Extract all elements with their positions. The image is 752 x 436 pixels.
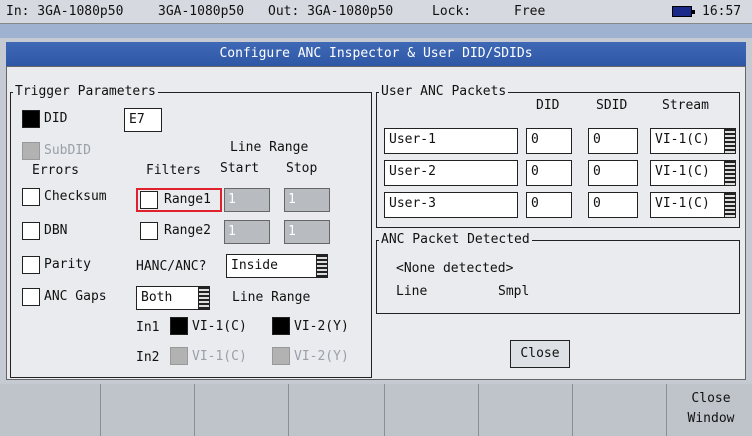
secondary-format: 3GA-1080p50 xyxy=(158,4,245,19)
col-sdid-header: SDID xyxy=(596,98,628,113)
softkey-bar xyxy=(0,384,752,436)
line-range-header: Line Range xyxy=(230,140,309,155)
stop-header: Stop xyxy=(286,161,318,176)
dialog-title: Configure ANC Inspector & User DID/SDIDs xyxy=(6,42,746,66)
dbn-checkbox[interactable] xyxy=(22,222,40,240)
close-window-softkey[interactable]: Close Window xyxy=(676,389,746,429)
user3-stream-value: VI-1(C) xyxy=(655,196,710,211)
anc-detected-group: ANC Packet Detected xyxy=(376,232,740,314)
trigger-parameters-title: Trigger Parameters xyxy=(13,84,158,100)
user1-stream-value: VI-1(C) xyxy=(655,132,710,147)
user2-stream-scroll-icon xyxy=(724,161,735,185)
anc-gaps-label: ANC Gaps xyxy=(44,289,107,304)
subdid-checkbox[interactable] xyxy=(22,142,40,160)
did-checkbox[interactable] xyxy=(22,110,40,128)
softkey-divider xyxy=(288,384,289,436)
input-format: In: 3GA-1080p50 xyxy=(6,4,124,19)
in1-vi1c-checkbox[interactable] xyxy=(170,317,188,335)
user1-stream-scroll-icon xyxy=(724,129,735,153)
softkey-divider xyxy=(572,384,573,436)
both-select[interactable]: Both xyxy=(136,286,210,310)
user1-name-field[interactable]: User-1 xyxy=(384,128,518,154)
background-strip xyxy=(0,24,752,38)
did-label: DID xyxy=(44,111,68,126)
hanc-anc-label: HANC/ANC? xyxy=(136,259,207,274)
hanc-anc-select[interactable]: Inside xyxy=(226,254,328,278)
errors-header: Errors xyxy=(32,163,79,178)
in2-vi1c-checkbox[interactable] xyxy=(170,347,188,365)
subdid-label: SubDID xyxy=(44,143,91,158)
user3-name-field[interactable]: User-3 xyxy=(384,192,518,218)
range2-start-field[interactable]: 1 xyxy=(224,220,270,244)
user3-stream-scroll-icon xyxy=(724,193,735,217)
in1-vi2y-checkbox[interactable] xyxy=(272,317,290,335)
user2-name-field[interactable]: User-2 xyxy=(384,160,518,186)
status-bar: In: 3GA-1080p50 3GA-1080p50 Out: 3GA-108… xyxy=(0,0,752,24)
clock: 16:57 xyxy=(702,4,742,19)
softkey-divider xyxy=(666,384,667,436)
col-stream-header: Stream xyxy=(662,98,709,113)
user3-sdid-field[interactable]: 0 xyxy=(588,192,638,218)
in1-vi2y-label: VI-2(Y) xyxy=(294,319,349,334)
filters-header: Filters xyxy=(146,163,201,178)
hanc-anc-value: Inside xyxy=(231,258,278,273)
line-range-label: Line Range xyxy=(232,290,311,305)
in1-vi1c-label: VI-1(C) xyxy=(192,319,247,334)
user3-did-field[interactable]: 0 xyxy=(526,192,572,218)
output-format: Out: 3GA-1080p50 xyxy=(268,4,394,19)
checksum-checkbox[interactable] xyxy=(22,188,40,206)
parity-label: Parity xyxy=(44,257,91,272)
user1-sdid-field[interactable]: 0 xyxy=(588,128,638,154)
softkey-divider xyxy=(194,384,195,436)
user2-did-field[interactable]: 0 xyxy=(526,160,572,186)
softkey-divider xyxy=(384,384,385,436)
close-button[interactable]: Close xyxy=(510,340,570,368)
user2-stream-value: VI-1(C) xyxy=(655,164,710,179)
dbn-label: DBN xyxy=(44,223,68,238)
col-line-header: Line xyxy=(396,284,428,299)
checksum-label: Checksum xyxy=(44,189,107,204)
user2-stream-select[interactable]: VI-1(C) xyxy=(650,160,736,186)
range1-highlight xyxy=(136,188,222,212)
in2-label: In2 xyxy=(136,350,160,365)
user3-stream-select[interactable]: VI-1(C) xyxy=(650,192,736,218)
both-value: Both xyxy=(141,290,173,305)
range2-label: Range2 xyxy=(164,223,211,238)
in1-label: In1 xyxy=(136,320,160,335)
lock-value: Free xyxy=(514,4,546,19)
anc-detected-title: ANC Packet Detected xyxy=(379,232,532,248)
parity-checkbox[interactable] xyxy=(22,256,40,274)
start-header: Start xyxy=(220,161,260,176)
in2-vi1c-label: VI-1(C) xyxy=(192,349,247,364)
range2-stop-field[interactable]: 1 xyxy=(284,220,330,244)
col-smpl-header: Smpl xyxy=(498,284,530,299)
softkey-divider xyxy=(478,384,479,436)
none-detected-text: <None detected> xyxy=(396,261,514,276)
anc-gaps-checkbox[interactable] xyxy=(22,288,40,306)
range1-start-field[interactable]: 1 xyxy=(224,188,270,212)
battery-icon xyxy=(672,6,695,17)
col-did-header: DID xyxy=(536,98,560,113)
user1-did-field[interactable]: 0 xyxy=(526,128,572,154)
lock-label: Lock: xyxy=(432,4,472,19)
both-scroll-icon xyxy=(198,287,209,309)
user-anc-packets-title: User ANC Packets xyxy=(379,84,509,100)
hanc-anc-scroll-icon xyxy=(316,255,327,277)
user1-stream-select[interactable]: VI-1(C) xyxy=(650,128,736,154)
range1-stop-field[interactable]: 1 xyxy=(284,188,330,212)
in2-vi2y-label: VI-2(Y) xyxy=(294,349,349,364)
user2-sdid-field[interactable]: 0 xyxy=(588,160,638,186)
in2-vi2y-checkbox[interactable] xyxy=(272,347,290,365)
range2-checkbox[interactable] xyxy=(140,222,158,240)
softkey-divider xyxy=(100,384,101,436)
did-value-field[interactable]: E7 xyxy=(124,108,162,132)
